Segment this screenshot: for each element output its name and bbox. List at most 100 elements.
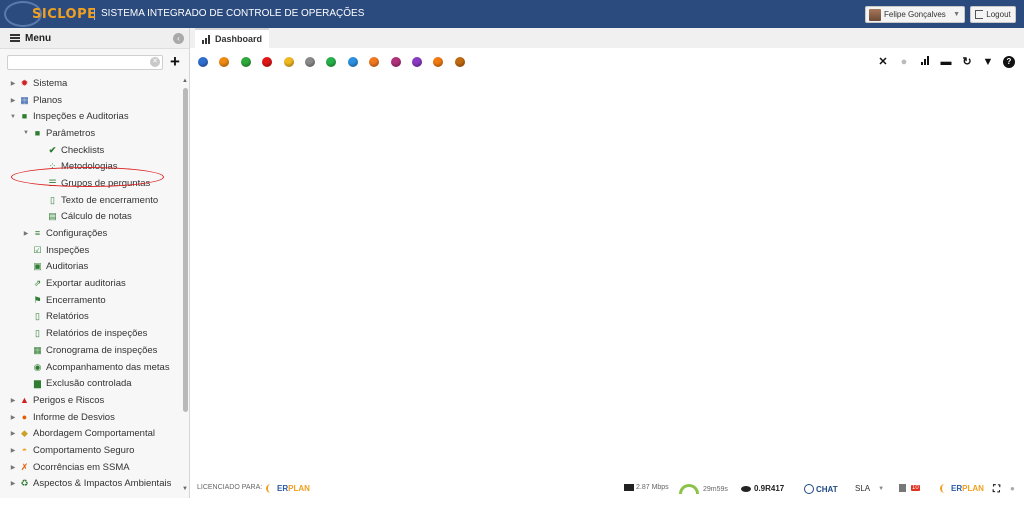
expand-arrow-icon[interactable]: ▶ [9, 447, 17, 454]
sidebar-item-exclusao-controlada[interactable]: ▆ Exclusão controlada [0, 375, 180, 392]
user-menu-dropdown[interactable]: Felipe Gonçalves ▼ [865, 6, 965, 23]
expand-arrow-icon[interactable]: ▶ [22, 230, 30, 237]
pulse-icon[interactable]: ▬ [940, 56, 952, 68]
color-dot-button[interactable] [240, 57, 251, 67]
sidebar-item-parametros[interactable]: ▼ ■ Parâmetros [0, 125, 180, 142]
sidebar-item-relatorios[interactable]: ▯ Relatórios [0, 309, 180, 326]
sidebar-item-perigos-riscos[interactable]: ▶ ▲ Perigos e Riscos [0, 392, 180, 409]
close-icon[interactable]: ✕ [877, 56, 889, 68]
sidebar-scrollbar[interactable]: ▲ ▼ [181, 78, 189, 496]
clipboard-check-icon: ☑ [33, 244, 42, 255]
sidebar-item-auditorias[interactable]: ▣ Auditorias [0, 259, 180, 276]
sidebar-item-texto-encerramento[interactable]: ▯ Texto de encerramento [0, 192, 180, 209]
color-dot-button[interactable] [219, 57, 230, 67]
folder-icon: ■ [21, 111, 28, 122]
sla-label: SLA [855, 484, 871, 493]
sidebar-item-checklists[interactable]: ✔ Checklists [0, 142, 180, 159]
sidebar-item-label: Checklists [61, 144, 105, 156]
version-info: 0.9R417 [741, 484, 784, 493]
expand-arrow-icon[interactable]: ▶ [9, 414, 17, 421]
expand-arrow-icon[interactable]: ▶ [9, 464, 17, 471]
sidebar-item-informe-desvios[interactable]: ▶ ● Informe de Desvios [0, 409, 180, 426]
color-dot-button[interactable] [412, 57, 422, 67]
color-dot-button[interactable] [283, 57, 294, 67]
fullscreen-icon[interactable]: ⛶ [993, 484, 1000, 495]
bars-icon[interactable] [919, 56, 931, 68]
menu-tree: ▶ ✹ Sistema ▶ ▦ Planos ▼ ■ Inspeções e A… [0, 75, 180, 492]
sidebar-item-planos[interactable]: ▶ ▦ Planos [0, 92, 180, 109]
sidebar-item-acompanhamento-metas[interactable]: ◉ Acompanhamento das metas [0, 359, 180, 376]
folder-open-icon: ■ [34, 127, 41, 138]
search-input[interactable] [7, 54, 163, 70]
clipboard-icon: ▣ [33, 261, 42, 272]
menu-label: Menu [25, 32, 52, 44]
collapse-arrow-icon[interactable]: ▼ [22, 130, 30, 136]
sidebar-item-label: Comportamento Seguro [33, 444, 135, 456]
eye-icon [741, 485, 751, 492]
color-dot-button[interactable] [433, 57, 444, 67]
expand-arrow-icon[interactable]: ▶ [9, 97, 17, 104]
sidebar-item-exportar-auditorias[interactable]: ⇗ Exportar auditorias [0, 275, 180, 292]
collapse-sidebar-button[interactable]: ‹ [173, 33, 184, 44]
expand-arrow-icon[interactable]: ▶ [9, 397, 17, 404]
logo-text: SICLOPE [32, 6, 97, 22]
sla-dropdown[interactable]: SLA ▼ [855, 484, 884, 493]
sidebar-item-inspecoes[interactable]: ☑ Inspeções [0, 242, 180, 259]
scrollbar-thumb[interactable] [183, 88, 188, 412]
gauge-icon [679, 484, 699, 494]
color-dot-button[interactable] [262, 57, 273, 67]
sidebar-item-comportamento-seguro[interactable]: ▶ ◓ Comportamento Seguro [0, 442, 180, 459]
expand-arrow-icon[interactable]: ▶ [9, 80, 17, 87]
sidebar-item-calculo-notas[interactable]: ▤ Cálculo de notas [0, 209, 180, 226]
color-dot-button[interactable] [369, 57, 380, 67]
refresh-icon[interactable]: ↻ [961, 56, 973, 68]
color-dot-button[interactable] [305, 57, 315, 67]
sidebar-item-aspectos-impactos[interactable]: ▶ ♻ Aspectos & Impactos Ambientais [0, 476, 180, 493]
scroll-down-icon[interactable]: ▼ [182, 486, 188, 492]
bar-chart-icon [202, 34, 211, 44]
sidebar-item-relatorios-inspecoes[interactable]: ▯ Relatórios de inspeções [0, 325, 180, 342]
network-speed: 2.87 Mbps [624, 484, 669, 491]
chart-icon: ▤ [48, 211, 57, 222]
export-icon: ⇗ [33, 278, 42, 289]
sidebar-item-label: Ocorrências em SSMA [33, 461, 130, 473]
sidebar-item-sistema[interactable]: ▶ ✹ Sistema [0, 75, 180, 92]
logo[interactable]: SICLOPE [0, 0, 96, 28]
add-button[interactable]: + [170, 53, 180, 70]
target-icon: ◉ [33, 361, 42, 372]
help-icon[interactable]: ? [1003, 56, 1015, 68]
expand-arrow-icon[interactable]: ▶ [9, 430, 17, 437]
warning-icon: ▲ [20, 394, 29, 405]
erplan-logo[interactable]: ER PLAN [266, 484, 310, 493]
sidebar-item-cronograma-inspecoes[interactable]: ▦ Cronograma de inspeções [0, 342, 180, 359]
sidebar-item-label: Sistema [33, 77, 68, 89]
sidebar-item-label: Informe de Desvios [33, 411, 115, 423]
menu-header[interactable]: Menu [0, 28, 189, 49]
sidebar-item-abordagem-comportamental[interactable]: ▶ ◆ Abordagem Comportamental [0, 425, 180, 442]
logout-button[interactable]: Logout [970, 6, 1016, 23]
sidebar-item-configuracoes[interactable]: ▶ ≡ Configurações [0, 225, 180, 242]
sidebar-item-label: Cálculo de notas [61, 211, 132, 223]
tab-dashboard[interactable]: Dashboard [195, 28, 270, 48]
color-dot-button[interactable] [454, 57, 465, 67]
sidebar-item-inspecoes-auditorias[interactable]: ▼ ■ Inspeções e Auditorias [0, 108, 180, 125]
sidebar-item-encerramento[interactable]: ⚑ Encerramento [0, 292, 180, 309]
pdf-icon: ▯ [35, 328, 40, 339]
circle-icon[interactable]: ● [898, 56, 910, 68]
doc-icon [899, 484, 906, 492]
expand-arrow-icon[interactable]: ▶ [9, 480, 17, 487]
recycle-icon: ♻ [20, 478, 29, 489]
color-dot-button[interactable] [198, 57, 208, 67]
filter-icon[interactable]: ▼ [982, 56, 994, 68]
chat-button[interactable]: CHAT [804, 484, 838, 494]
scroll-up-icon[interactable]: ▲ [182, 78, 188, 84]
color-dot-button[interactable] [390, 57, 401, 67]
color-dot-button[interactable] [347, 57, 358, 67]
tab-dashboard-label: Dashboard [215, 34, 263, 44]
collapse-arrow-icon[interactable]: ▼ [9, 114, 17, 120]
gear-icon: ✹ [20, 77, 29, 88]
clear-search-icon[interactable]: ✕ [150, 57, 160, 67]
color-dot-button[interactable] [326, 57, 337, 67]
sidebar-item-ocorrencias-ssma[interactable]: ▶ ✗ Ocorrências em SSMA [0, 459, 180, 476]
notifications[interactable]: 10 [899, 484, 920, 492]
